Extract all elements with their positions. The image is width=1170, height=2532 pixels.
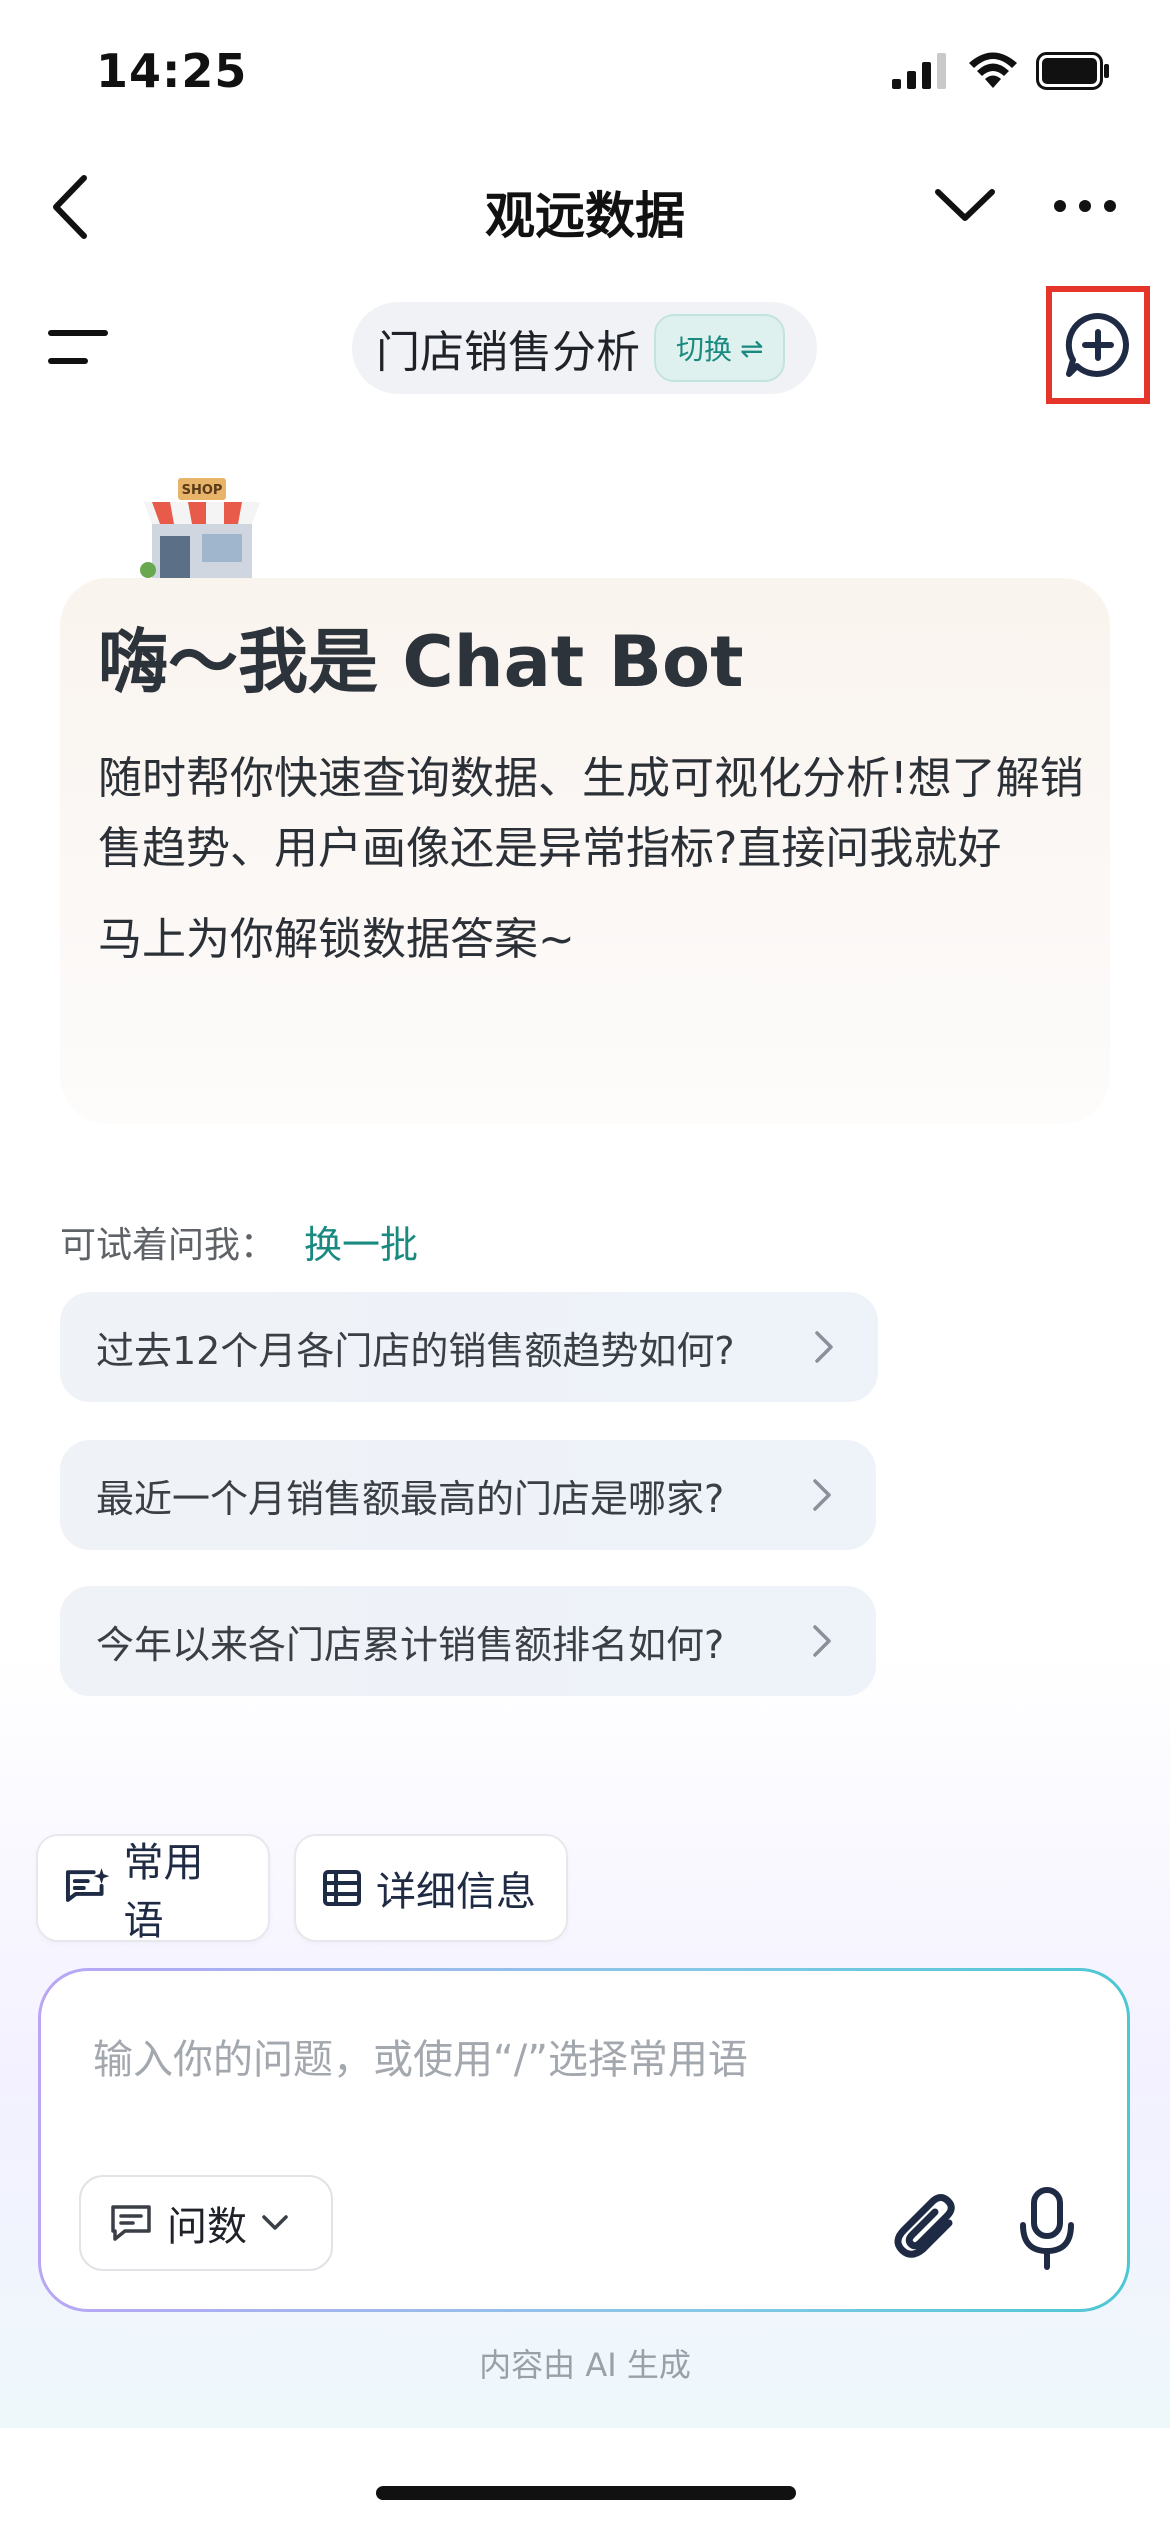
switch-agent-button[interactable]: 切换 ⇌ [654, 314, 786, 382]
attachment-icon[interactable] [893, 2193, 963, 2263]
mode-label: 问数 [167, 2204, 247, 2250]
shop-illustration: SHOP [140, 478, 260, 580]
suggestions-label: 可试着问我： [60, 1224, 277, 1266]
agent-name: 门店销售分析 [376, 327, 640, 378]
table-icon [323, 1870, 361, 1906]
new-chat-button[interactable] [1046, 286, 1150, 404]
message-icon [111, 2205, 151, 2241]
background-footer [0, 2428, 1170, 2532]
suggestion-text: 过去12个月各门店的销售额趋势如何? [96, 1328, 735, 1373]
chevron-right-icon [815, 1331, 833, 1363]
screen: 14:25 观远数据 门店销售分析 切换 ⇌ SHOP 嗨～我是 Chat Bo… [0, 0, 1170, 2532]
welcome-title: 嗨～我是 Chat Bot [98, 621, 744, 703]
home-indicator[interactable] [376, 2486, 796, 2500]
phrases-chip[interactable]: 常用语 [36, 1834, 270, 1944]
welcome-cta: 马上为你解锁数据答案~ [98, 914, 575, 965]
new-chat-icon [1065, 312, 1129, 377]
suggestion-item[interactable]: 过去12个月各门店的销售额趋势如何? [60, 1292, 878, 1402]
phrases-icon [65, 1868, 110, 1902]
status-icons [890, 52, 1112, 90]
details-chip[interactable]: 详细信息 [294, 1834, 568, 1942]
chevron-down-icon [262, 2215, 288, 2230]
microphone-icon[interactable] [1019, 2187, 1075, 2271]
suggestion-text: 最近一个月销售额最高的门店是哪家? [96, 1476, 725, 1521]
chevron-right-icon [813, 1625, 831, 1657]
wifi-icon [969, 52, 1017, 88]
ai-disclaimer: 内容由 AI 生成 [479, 2346, 691, 2384]
mode-select[interactable]: 问数 [79, 2175, 333, 2271]
shop-sign: SHOP [182, 483, 223, 498]
battery-icon [1036, 52, 1109, 90]
suggestion-text: 今年以来各门店累计销售额排名如何? [96, 1622, 725, 1667]
agent-selector[interactable]: 门店销售分析 切换 ⇌ [352, 302, 817, 394]
signal-icon [892, 53, 946, 89]
status-time: 14:25 [96, 44, 248, 98]
switch-icon: ⇌ [740, 331, 764, 365]
chat-input-placeholder[interactable]: 输入你的问题，或使用“/”选择常用语 [93, 2027, 748, 2085]
welcome-card: 嗨～我是 Chat Bot 随时帮你快速查询数据、生成可视化分析!想了解销售趋势… [60, 578, 1110, 1124]
details-label: 详细信息 [376, 1869, 536, 1915]
chevron-right-icon [813, 1479, 831, 1511]
phrases-label: 常用语 [123, 1840, 204, 1944]
more-icon[interactable] [1052, 196, 1118, 216]
switch-label: 切换 [676, 333, 733, 366]
suggestion-item[interactable]: 最近一个月销售额最高的门店是哪家? [60, 1440, 876, 1550]
suggestion-item[interactable]: 今年以来各门店累计销售额排名如何? [60, 1586, 876, 1696]
suggestions-header: 可试着问我： 换一批 [60, 1214, 418, 1269]
refresh-suggestions-link[interactable]: 换一批 [304, 1214, 418, 1269]
menu-icon[interactable] [46, 326, 112, 370]
chevron-down-icon[interactable] [932, 180, 998, 230]
welcome-description: 随时帮你快速查询数据、生成可视化分析!想了解销售趋势、用户画像还是异常指标?直接… [98, 753, 1084, 874]
chat-input-box[interactable]: 输入你的问题，或使用“/”选择常用语 问数 [38, 1968, 1130, 2312]
